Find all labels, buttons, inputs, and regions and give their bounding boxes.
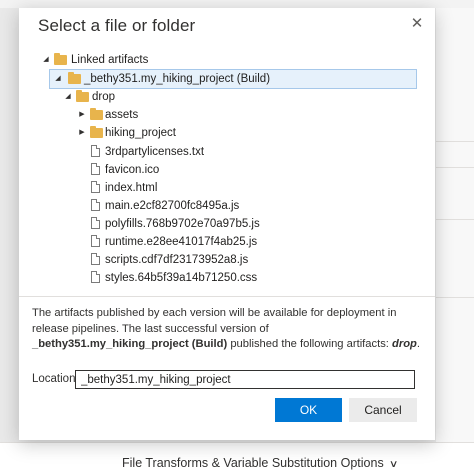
background-divider [436,219,474,220]
file-icon [91,271,100,283]
tree-node-file[interactable]: styles.64b5f39a14b71250.css [91,269,341,287]
tree-node-file[interactable]: favicon.ico [91,161,341,179]
tree-node-build[interactable]: ◢ _bethy351.my_hiking_project (Build) [49,69,417,89]
tree-node-file[interactable]: index.html [91,179,341,197]
ok-button[interactable]: OK [275,398,342,422]
tree-node-label: runtime.e28ee41017f4ab25.js [105,236,258,248]
artifacts-description: The artifacts published by each version … [32,306,424,353]
folder-icon [90,108,103,120]
file-icon [91,145,100,157]
tree-node-drop[interactable]: ◢ drop [63,88,263,106]
collapsed-triangle-icon[interactable]: ▶ [77,124,87,142]
tree-node-file[interactable]: runtime.e28ee41017f4ab25.js [91,233,341,251]
tree-node-file[interactable]: 3rdpartylicenses.txt [91,143,341,161]
artifact-tree: ◢ Linked artifacts ◢ _bethy351.my_hiking… [19,48,435,296]
tree-node-label: polyfills.768b9702e70a97b5.js [105,218,260,230]
cancel-button[interactable]: Cancel [349,398,417,422]
close-icon[interactable]: ✕ [407,14,427,34]
tree-node-label: favicon.ico [105,164,160,176]
background-right-panel [436,8,474,442]
tree-node-label: styles.64b5f39a14b71250.css [105,272,258,284]
description-text: . [416,338,420,350]
dialog-divider [19,296,435,297]
tree-node-label: scripts.cdf7df23173952a8.js [105,254,249,266]
file-icon [91,235,100,247]
tree-node-linked-artifacts[interactable]: ◢ Linked artifacts [41,51,241,69]
file-icon [91,253,100,265]
chevron-down-icon: ∨ [388,459,399,470]
tree-node-assets[interactable]: ▶ assets [77,106,277,124]
tree-node-file[interactable]: polyfills.768b9702e70a97b5.js [91,215,341,233]
description-text: The artifacts published by each version … [32,307,397,335]
background-divider [436,167,474,168]
collapsed-triangle-icon[interactable]: ▶ [77,106,87,124]
description-artifact-name: drop [392,338,417,350]
file-icon [91,163,100,175]
location-label: Location [32,373,76,385]
expanded-triangle-icon[interactable]: ◢ [41,51,51,69]
background-divider [436,141,474,142]
folder-icon [90,126,103,138]
tree-node-label: assets [105,109,139,121]
tree-node-file[interactable]: main.e2cf82700fc8495a.js [91,197,341,215]
location-input[interactable] [75,370,415,389]
folder-icon [76,90,89,102]
tree-node-label: _bethy351.my_hiking_project (Build) [84,73,271,85]
folder-icon [54,53,67,65]
file-icon [91,199,100,211]
background-section-header[interactable]: File Transforms & Variable Substitution … [0,442,474,471]
tree-node-hiking-project[interactable]: ▶ hiking_project [77,124,277,142]
background-top [0,0,474,8]
expanded-triangle-icon[interactable]: ◢ [63,88,73,106]
folder-icon [68,72,81,84]
file-icon [91,217,100,229]
tree-node-label: index.html [105,182,158,194]
expanded-triangle-icon[interactable]: ◢ [53,70,63,88]
section-header-label[interactable]: File Transforms & Variable Substitution … [122,456,399,470]
select-file-dialog: Select a file or folder ✕ ◢ Linked artif… [19,8,435,440]
tree-node-label: main.e2cf82700fc8495a.js [105,200,240,212]
tree-node-label: drop [92,91,116,103]
background-divider [436,297,474,298]
tree-node-label: Linked artifacts [71,54,149,66]
description-build-name: _bethy351.my_hiking_project (Build) [32,338,228,350]
tree-node-label: 3rdpartylicenses.txt [105,146,205,158]
tree-node-file[interactable]: scripts.cdf7df23173952a8.js [91,251,341,269]
tree-node-label: hiking_project [105,127,176,139]
file-icon [91,181,100,193]
description-text: published the following artifacts: [227,338,393,350]
dialog-title: Select a file or folder [38,16,196,35]
